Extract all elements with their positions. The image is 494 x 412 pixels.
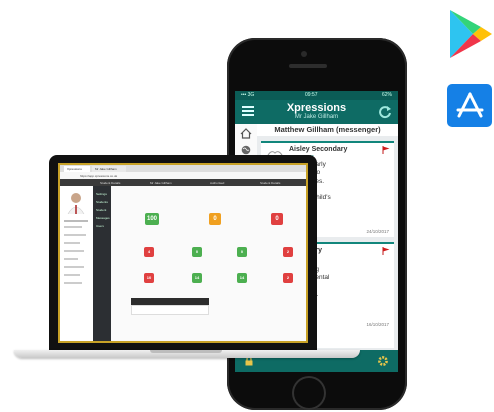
nav-item[interactable]: Settings xyxy=(96,192,107,196)
gear-icon[interactable] xyxy=(377,355,389,367)
stat-tile[interactable]: 14 xyxy=(237,273,247,283)
nav-item[interactable]: Students xyxy=(96,200,108,204)
browser-tab-bar: Xpressions Mr Jake Gillham xyxy=(60,165,306,172)
web-nav: Settings Students Student Messages Users xyxy=(93,186,111,341)
globe-icon[interactable] xyxy=(241,145,251,155)
panel-body xyxy=(131,305,209,315)
profile-sidebar xyxy=(60,186,94,341)
app-subtitle: Mr Jake Gillham xyxy=(294,114,339,120)
stat-tile[interactable]: 2 xyxy=(283,273,293,283)
status-bar: ••• 3G 09:57 62% xyxy=(235,91,398,100)
phone-home-button[interactable] xyxy=(292,376,326,410)
avatar xyxy=(67,193,85,214)
web-header: Student Details Mr Jake Gillham Authoris… xyxy=(60,179,306,186)
phone-speaker xyxy=(289,64,327,68)
stat-tile[interactable]: 0 xyxy=(192,247,202,257)
laptop-notch xyxy=(150,350,222,353)
stat-tile[interactable]: 0 xyxy=(271,213,283,225)
flag-icon[interactable] xyxy=(382,146,390,154)
card-title: Aisley Secondary xyxy=(289,146,348,153)
status-battery: 62% xyxy=(381,92,392,98)
stat-tile[interactable]: 4 xyxy=(144,247,154,257)
nav-item[interactable]: Messages xyxy=(96,216,110,220)
nav-item[interactable]: Student xyxy=(96,208,106,212)
laptop-screen: Xpressions Mr Jake Gillham https://app.x… xyxy=(58,163,308,343)
stat-tile[interactable]: 14 xyxy=(192,273,202,283)
stat-tile[interactable]: 2 xyxy=(283,247,293,257)
header-item: Student Details xyxy=(100,181,121,185)
header-item: Mr Jake Gillham xyxy=(150,181,172,185)
nav-item[interactable]: Users xyxy=(96,224,104,228)
home-icon[interactable] xyxy=(240,128,252,139)
status-carrier: ••• 3G xyxy=(241,92,255,98)
stat-tile[interactable]: 10 xyxy=(144,273,154,283)
flag-icon[interactable] xyxy=(382,247,390,255)
app-store-icon[interactable] xyxy=(447,84,492,127)
header-item: Authorised xyxy=(210,181,225,185)
status-time: 09:57 xyxy=(305,92,318,98)
refresh-icon[interactable] xyxy=(378,105,392,119)
phone-camera xyxy=(301,51,307,57)
google-play-icon[interactable] xyxy=(447,8,493,60)
card-date: 16/10/2017 xyxy=(366,322,389,327)
dark-panel xyxy=(131,298,209,305)
dashboard-main: 100 0 0 4 0 0 2 10 14 14 2 xyxy=(111,186,306,341)
stat-tile[interactable]: 0 xyxy=(209,213,221,225)
stat-tile[interactable]: 0 xyxy=(237,247,247,257)
app-title: Xpressions xyxy=(286,102,347,114)
header-item: Student Details xyxy=(260,181,281,185)
url-text: https://app.xpressions.co.uk xyxy=(80,174,118,178)
card-date: 24/10/2017 xyxy=(366,229,389,234)
stat-tile[interactable]: 100 xyxy=(145,213,159,225)
app-bar: Xpressions Mr Jake Gillham xyxy=(235,100,398,124)
